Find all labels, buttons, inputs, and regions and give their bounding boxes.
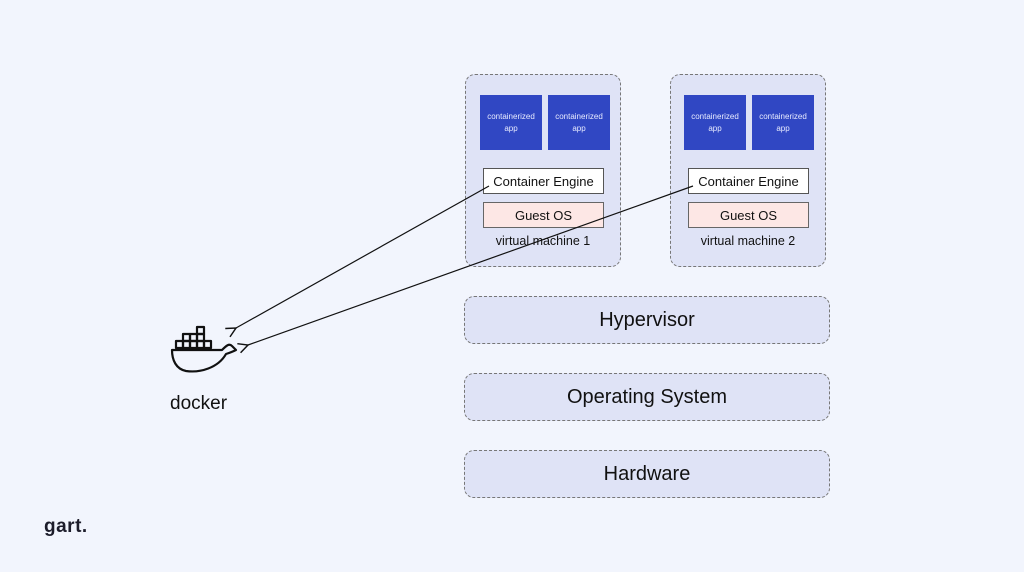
arrow-engine2-to-docker (248, 185, 694, 345)
arrow-engine1-to-docker (236, 185, 490, 328)
docker-whale-icon (170, 325, 238, 373)
connector-layer (170, 185, 694, 373)
brand-logo: gart. (44, 516, 88, 537)
docker-label: docker (170, 393, 228, 414)
